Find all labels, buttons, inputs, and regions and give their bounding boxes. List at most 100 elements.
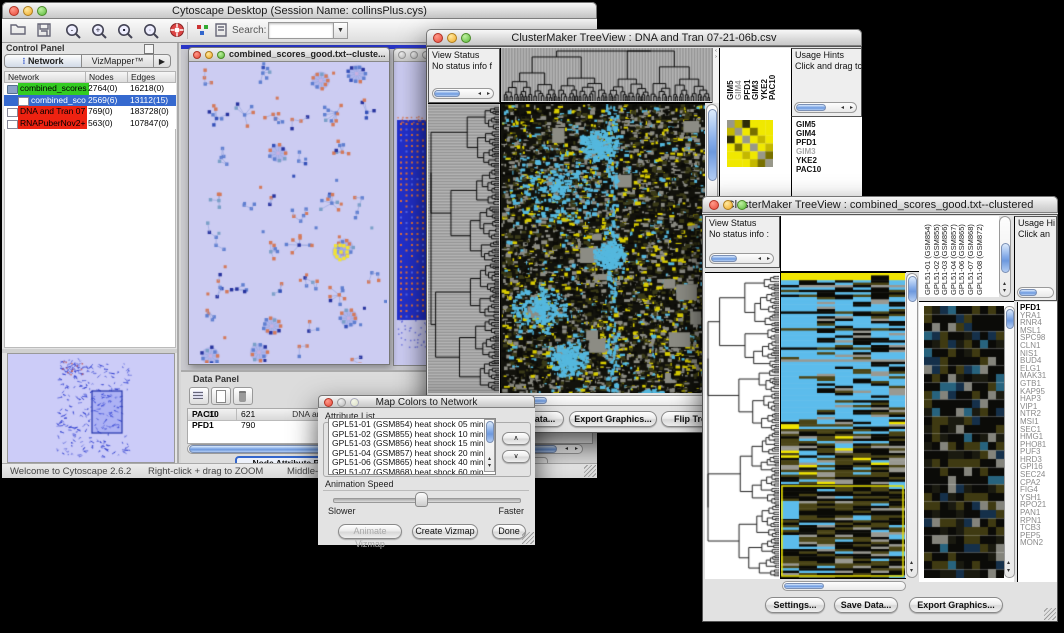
network-name: combined_sco — [29, 95, 88, 107]
svg-text:-: - — [71, 26, 74, 35]
tv1-column-dendrogram[interactable] — [501, 48, 712, 101]
row-value: 621 — [241, 409, 255, 420]
tv2-usage-hints: Usage HiClick an — [1014, 216, 1057, 301]
dialog-titlebar[interactable]: Map Colors to Network — [318, 395, 535, 408]
tv2-vscrollbar[interactable]: ▴▾ — [906, 273, 918, 578]
network-window-title: combined_scores_good.txt--cluste... — [229, 48, 386, 61]
edges-count: 16218(0) — [130, 83, 164, 95]
minimize-button[interactable] — [410, 51, 418, 59]
search-dropdown-button[interactable]: ▼ — [333, 22, 348, 39]
zoom-button[interactable] — [37, 6, 47, 16]
minimize-button[interactable] — [205, 51, 213, 59]
minimize-button[interactable] — [447, 33, 457, 43]
close-button[interactable] — [709, 200, 719, 210]
window-title: Cytoscape Desktop (Session Name: collins… — [3, 3, 596, 19]
minimize-button[interactable] — [723, 200, 733, 210]
settings--button[interactable]: Settings... — [765, 597, 825, 613]
tv2-heat2-scrollbar[interactable]: ▴▾ — [1004, 306, 1015, 578]
close-button[interactable] — [9, 6, 19, 16]
tv2-resize-grip[interactable] — [1044, 608, 1056, 620]
zoom-fit-icon[interactable]: · — [142, 22, 160, 39]
zoom-in-icon[interactable]: + — [90, 22, 108, 39]
row-value: 790 — [241, 420, 255, 431]
tv2-collabel-scrollbar[interactable]: ▴▾ — [999, 216, 1011, 297]
zoom-button[interactable] — [217, 51, 225, 59]
zoom-selected-icon[interactable]: ▪ — [116, 22, 134, 39]
zoom-button[interactable] — [737, 200, 747, 210]
tv1-titlebar[interactable]: ClusterMaker TreeView : DNA and Tran 07-… — [426, 29, 862, 46]
tv2-row-dendrogram[interactable] — [705, 273, 779, 578]
close-button[interactable] — [193, 51, 201, 59]
col-header-edges[interactable]: Edges — [127, 71, 176, 83]
move-up-button[interactable]: ∧ — [502, 432, 530, 445]
animate-vizmap-button[interactable]: Animate Vizmap — [338, 524, 402, 539]
tv1-status-scrollbar[interactable]: ◂▸ — [432, 88, 494, 99]
tv1-hints-scrollbar[interactable]: ◂▸ — [794, 102, 857, 113]
done-button[interactable]: Done — [492, 524, 526, 539]
tv2-hints-scrollbar[interactable] — [1017, 287, 1054, 298]
tv1-heatmap[interactable] — [501, 104, 705, 393]
resize-grip[interactable] — [584, 465, 596, 477]
tv2-secondary-heatmap[interactable] — [924, 306, 1004, 578]
network-list-row[interactable]: DNA and Tran 07769(0)183728(0) — [4, 106, 176, 118]
close-button[interactable] — [433, 33, 443, 43]
search-input[interactable] — [268, 22, 334, 39]
zoom-out-icon[interactable]: - — [64, 22, 82, 39]
zoom-button[interactable] — [461, 33, 471, 43]
attribute-list[interactable]: GPL51-01 (GSM854) heat shock 05 minGPL51… — [328, 418, 496, 475]
edges-count: 13112(15) — [130, 95, 168, 107]
tv1-row-label: GIM4 — [796, 129, 862, 138]
table-icon[interactable] — [189, 387, 209, 405]
tv1-summary-heatmap[interactable] — [727, 120, 773, 167]
nodes-count: 563(0) — [88, 118, 113, 130]
dialog-resize-grip[interactable] — [522, 532, 534, 544]
minimize-button[interactable] — [23, 6, 33, 16]
network-name: combined_scores — [18, 83, 89, 95]
tv2-column-label: GPL51-03 (GSM856) — [940, 219, 949, 295]
main-titlebar[interactable]: Cytoscape Desktop (Session Name: collins… — [2, 2, 597, 19]
network-window-1[interactable]: combined_scores_good.txt--cluste... — [188, 47, 390, 365]
tv2-hscrollbar[interactable] — [782, 581, 906, 591]
network-list-row[interactable]: combined_scores2764(0)16218(0) — [4, 83, 176, 95]
birdseye-view[interactable] — [7, 353, 175, 463]
scroll-left-arrow[interactable]: ◂ — [565, 447, 568, 452]
annotation-icon[interactable] — [213, 22, 231, 39]
tv2-titlebar[interactable]: ClusterMaker TreeView : combined_scores_… — [702, 196, 1058, 213]
save-data--button[interactable]: Save Data... — [834, 597, 898, 613]
create-vizmap-button[interactable]: Create Vizmap — [412, 524, 478, 539]
network-list-row[interactable]: RNAPuberNov2+563(0)107847(0) — [4, 118, 176, 130]
close-button[interactable] — [398, 51, 406, 59]
new-page-icon[interactable] — [211, 387, 231, 405]
data-panel-title: Data Panel — [193, 374, 239, 384]
save-icon[interactable] — [36, 22, 54, 39]
tab-vizmapper[interactable]: VizMapper™ — [82, 54, 154, 68]
close-button[interactable] — [324, 398, 333, 407]
help-lifesaver-icon[interactable] — [168, 22, 186, 39]
export-graphics--button[interactable]: Export Graphics... — [909, 597, 1003, 613]
trash-icon[interactable] — [233, 387, 253, 405]
tv2-status-scrollbar[interactable]: ◂▸ — [709, 253, 774, 264]
network-list-row[interactable]: combined_sco2569(6)13112(15) — [4, 95, 176, 107]
attribute-list-scrollbar[interactable]: ▴▾ — [484, 419, 495, 472]
tv2-title: ClusterMaker TreeView : combined_scores_… — [703, 197, 1057, 213]
speed-slider-thumb[interactable] — [415, 492, 428, 507]
nodes-count: 769(0) — [88, 106, 113, 118]
open-folder-icon[interactable] — [10, 22, 28, 39]
scroll-right-arrow[interactable]: ▸ — [575, 447, 578, 452]
tab-overflow-button[interactable]: ▶ — [154, 54, 171, 68]
attribute-list-item[interactable]: GPL51-07 (GSM868) heat shock 60 min — [332, 468, 495, 476]
svg-text:·: · — [149, 26, 152, 35]
move-down-button[interactable]: ∨ — [502, 450, 530, 463]
col-header-nodes[interactable]: Nodes — [85, 71, 128, 83]
tv2-heatmap[interactable] — [781, 273, 905, 578]
float-panel-icon[interactable] — [144, 44, 154, 54]
tv2-column-label: GPL51-08 (GSM872) — [975, 219, 984, 295]
node-attr-icon[interactable] — [194, 22, 212, 39]
network-view-canvas[interactable] — [189, 62, 387, 363]
tv1-usage-hints: Usage HintsClick and drag tc ◂▸ — [791, 48, 862, 117]
export-graphics--button[interactable]: Export Graphics... — [569, 411, 657, 427]
tab-network[interactable]: ⁝ Network — [4, 54, 82, 68]
tv1-row-dendrogram[interactable] — [428, 104, 499, 393]
col-header-network[interactable]: Network — [4, 71, 86, 83]
animation-speed-label: Animation Speed — [325, 479, 394, 489]
